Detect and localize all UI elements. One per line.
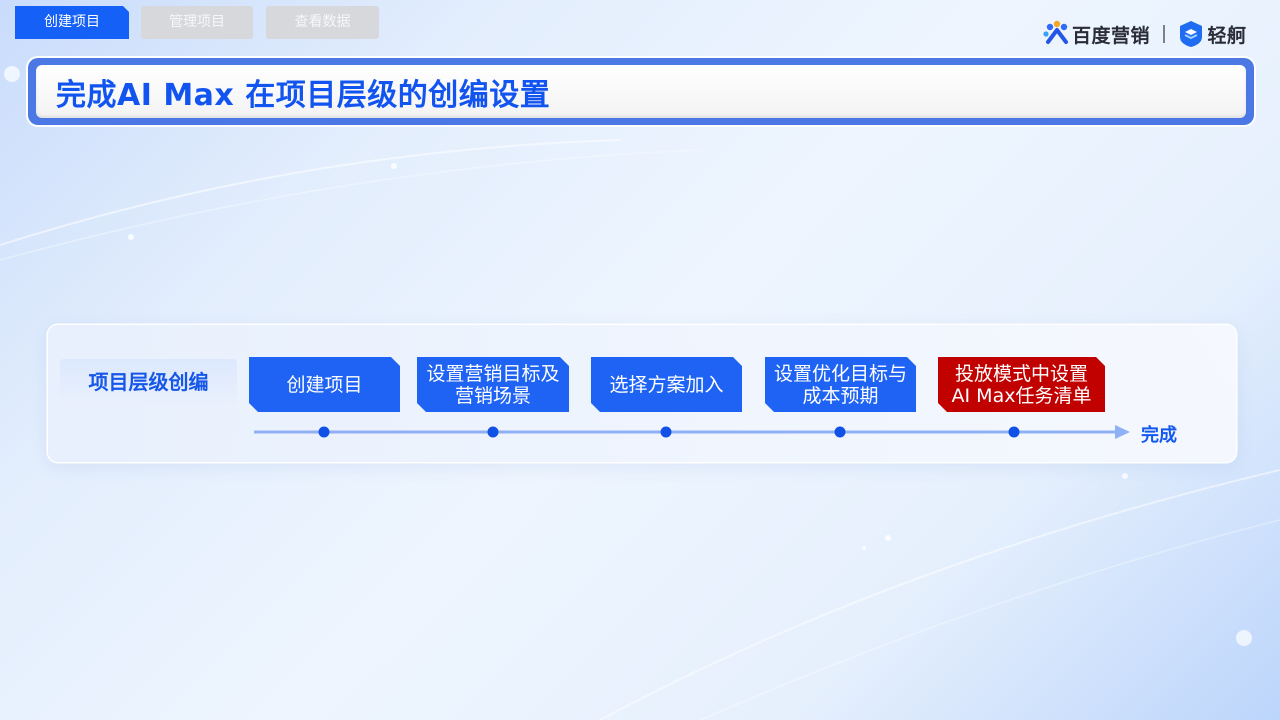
timeline-dot: [660, 426, 672, 438]
baidu-paw-icon: [1043, 20, 1068, 44]
timeline-dot: [1008, 426, 1020, 438]
timeline-dot: [487, 426, 499, 438]
title-banner-inner: 完成AI Max 在项目层级的创编设置: [36, 65, 1246, 118]
timeline-dot: [318, 426, 330, 438]
baidu-marketing-logo-text: 百度营销: [1072, 24, 1151, 47]
timeline-arrow-icon: [1115, 425, 1130, 439]
process-end-label: 完成: [1141, 425, 1177, 446]
page-title: 完成AI Max 在项目层级的创编设置: [56, 77, 551, 113]
step-label-line1: 创建项目: [286, 373, 363, 396]
step-label-line1: 设置营销目标及: [426, 362, 560, 385]
step-set-ai-max-tasks[interactable]: 投放模式中设置 AI Max任务清单: [938, 357, 1105, 412]
step-select-plan[interactable]: 选择方案加入: [591, 357, 742, 412]
step-label-line2: 营销场景: [454, 384, 531, 407]
step-label-line2: AI Max任务清单: [951, 384, 1092, 407]
process-row-label: 项目层级创编: [60, 359, 237, 406]
tab-create-project[interactable]: 创建项目: [15, 6, 129, 39]
step-label-line1: 选择方案加入: [609, 373, 724, 396]
qingge-logo-text: 轻舸: [1207, 24, 1247, 47]
step-create-project[interactable]: 创建项目: [249, 357, 400, 412]
step-label-line1: 投放模式中设置: [954, 362, 1088, 385]
logo-divider: [1163, 25, 1165, 43]
title-banner: 完成AI Max 在项目层级的创编设置: [28, 58, 1254, 125]
timeline-dot: [834, 426, 846, 438]
process-timeline: [254, 425, 1130, 439]
step-label-line1: 设置优化目标与: [773, 362, 907, 385]
tab-manage-project[interactable]: 管理项目: [141, 6, 253, 39]
step-set-marketing-goal[interactable]: 设置营销目标及 营销场景: [417, 357, 569, 412]
tab-view-data[interactable]: 查看数据: [266, 6, 379, 39]
brand-logos: 百度营销 轻舸: [1042, 19, 1247, 49]
step-label-line2: 成本预期: [802, 384, 879, 407]
qingge-shield-icon: [1179, 21, 1202, 47]
step-set-optimization-goal[interactable]: 设置优化目标与 成本预期: [765, 357, 916, 412]
